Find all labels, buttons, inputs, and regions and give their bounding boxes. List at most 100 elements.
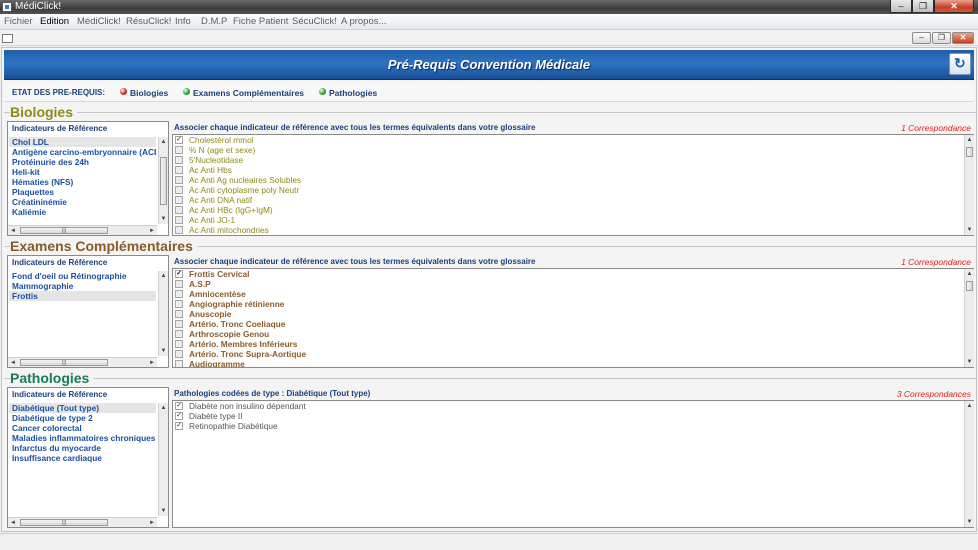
menu-resuclick[interactable]: RésuClick! — [126, 16, 171, 27]
hscroll-thumb[interactable]: ||| — [20, 359, 108, 366]
menu-dmp[interactable]: D.M.P — [201, 16, 227, 27]
checkbox[interactable] — [175, 320, 183, 328]
scroll-up-icon[interactable]: ▲ — [965, 135, 974, 145]
glossary-term[interactable]: Angiographie rétinienne — [173, 299, 973, 309]
menu-a-propos[interactable]: A propos... — [341, 16, 386, 27]
glossary-term[interactable]: Arthroscopie Genou — [173, 329, 973, 339]
glossary-term[interactable]: Ac Anti cytoplasme poly Neutr — [173, 185, 973, 195]
indicator-item[interactable]: Diabétique de type 2 — [9, 413, 156, 423]
scroll-down-icon[interactable]: ▼ — [965, 225, 974, 235]
indicators-vscroll[interactable]: ▲ ▼ — [158, 271, 168, 356]
scroll-down-icon[interactable]: ▼ — [159, 506, 168, 516]
minimize-button[interactable]: – — [890, 0, 912, 13]
checkbox[interactable] — [175, 156, 183, 164]
glossary-vscroll[interactable]: ▲ ▼ — [964, 401, 974, 527]
indicators-hscroll[interactable]: ◄ ||| ► — [8, 357, 157, 367]
indicators-vscroll[interactable]: ▲ ▼ — [158, 137, 168, 224]
menu-fichier[interactable]: Fichier — [4, 16, 33, 27]
checkbox[interactable] — [175, 290, 183, 298]
scroll-up-icon[interactable]: ▲ — [965, 269, 974, 279]
child-restore-button[interactable]: ❐ — [932, 32, 951, 44]
indicator-item[interactable]: Infarctus du myocarde — [9, 443, 156, 453]
glossary-term[interactable]: Ac Anti JO-1 — [173, 215, 973, 225]
scroll-down-icon[interactable]: ▼ — [159, 214, 168, 224]
checkbox[interactable] — [175, 226, 183, 234]
close-button[interactable]: ✕ — [934, 0, 974, 13]
checkbox[interactable] — [175, 196, 183, 204]
checked-checkbox[interactable]: ✓ — [175, 270, 183, 278]
checkbox[interactable] — [175, 166, 183, 174]
checkbox[interactable] — [175, 206, 183, 214]
glossary-term[interactable]: ✓ Frottis Cervical — [173, 269, 973, 279]
glossary-term[interactable]: Ac Anti Ag nucleaires Solubles — [173, 175, 973, 185]
indicator-item[interactable]: Cancer colorectal — [9, 423, 156, 433]
checked-checkbox[interactable]: ✓ — [175, 136, 183, 144]
scroll-right-icon[interactable]: ► — [147, 226, 157, 235]
indicators-vscroll[interactable]: ▲ ▼ — [158, 403, 168, 516]
glossary-term[interactable]: Audiogramme — [173, 359, 973, 367]
scroll-up-icon[interactable]: ▲ — [965, 401, 974, 411]
scroll-down-icon[interactable]: ▼ — [965, 357, 974, 367]
checkbox[interactable] — [175, 300, 183, 308]
glossary-term[interactable]: Anuscopie — [173, 309, 973, 319]
hscroll-thumb[interactable]: ||| — [20, 227, 108, 234]
indicator-item[interactable]: Antigène carcino-embryonnaire (ACE) — [9, 147, 156, 157]
indicators-hscroll[interactable]: ◄ ||| ► — [8, 225, 157, 235]
indicator-item[interactable]: Insuffisance cardiaque — [9, 453, 156, 463]
scroll-thumb[interactable] — [160, 157, 167, 205]
scroll-up-icon[interactable]: ▲ — [159, 403, 168, 413]
indicators-hscroll[interactable]: ◄ ||| ► — [8, 517, 157, 527]
glossary-vscroll[interactable]: ▲ ▼ — [964, 269, 974, 367]
glossary-term[interactable]: % N (age et sexe) — [173, 145, 973, 155]
glossary-term[interactable]: Ac Anti HBc (IgG+IgM) — [173, 205, 973, 215]
glossary-term[interactable]: ✓ Diabète type II — [173, 411, 973, 421]
glossary-term[interactable]: ✓ Cholestérol mmol — [173, 135, 973, 145]
checkbox[interactable] — [175, 280, 183, 288]
scroll-left-icon[interactable]: ◄ — [8, 358, 18, 367]
checked-checkbox[interactable]: ✓ — [175, 412, 183, 420]
checkbox[interactable] — [175, 340, 183, 348]
checkbox[interactable] — [175, 360, 183, 367]
menu-secuclick[interactable]: SécuClick! — [292, 16, 337, 27]
indicator-item[interactable]: Fond d'oeil ou Rétinographie — [9, 271, 156, 281]
checkbox[interactable] — [175, 330, 183, 338]
menu-edition[interactable]: Edition — [40, 16, 69, 27]
glossary-term[interactable]: Amniocentèse — [173, 289, 973, 299]
menu-mediclick[interactable]: MédiClick! — [77, 16, 121, 27]
indicator-item[interactable]: Chol LDL — [9, 137, 156, 147]
checked-checkbox[interactable]: ✓ — [175, 402, 183, 410]
restore-button[interactable]: ❐ — [912, 0, 934, 13]
scroll-left-icon[interactable]: ◄ — [8, 226, 18, 235]
indicator-item[interactable]: Kaliémie — [9, 207, 156, 217]
glossary-term[interactable]: Artério. Membres Inférieurs — [173, 339, 973, 349]
child-minimize-button[interactable]: – — [912, 32, 931, 44]
glossary-term[interactable]: A.S.P — [173, 279, 973, 289]
checkbox[interactable] — [175, 350, 183, 358]
indicator-item[interactable]: Heli-kit — [9, 167, 156, 177]
scroll-right-icon[interactable]: ► — [147, 358, 157, 367]
checkbox[interactable] — [175, 146, 183, 154]
indicator-item[interactable]: Protéinurie des 24h — [9, 157, 156, 167]
glossary-term[interactable]: 5'Nucleotidase — [173, 155, 973, 165]
checked-checkbox[interactable]: ✓ — [175, 422, 183, 430]
checkbox[interactable] — [175, 176, 183, 184]
menu-info[interactable]: Info — [175, 16, 191, 27]
menu-fiche-patient[interactable]: Fiche Patient — [233, 16, 288, 27]
child-close-button[interactable]: ✕ — [952, 32, 974, 44]
indicator-item[interactable]: Plaquettes — [9, 187, 156, 197]
indicator-item[interactable]: Créatininémie — [9, 197, 156, 207]
indicator-item[interactable]: Frottis — [9, 291, 156, 301]
exit-icon[interactable] — [949, 53, 971, 75]
scroll-up-icon[interactable]: ▲ — [159, 137, 168, 147]
glossary-term[interactable]: Artério. Tronc Coeliaque — [173, 319, 973, 329]
scroll-up-icon[interactable]: ▲ — [159, 271, 168, 281]
scroll-left-icon[interactable]: ◄ — [8, 518, 18, 527]
glossary-vscroll[interactable]: ▲ ▼ — [964, 135, 974, 235]
checkbox[interactable] — [175, 216, 183, 224]
glossary-term[interactable]: Artério. Tronc Supra-Aortique — [173, 349, 973, 359]
indicator-item[interactable]: Hématies (NFS) — [9, 177, 156, 187]
glossary-term[interactable]: ✓ Diabète non insulino dépendant — [173, 401, 973, 411]
scroll-down-icon[interactable]: ▼ — [965, 517, 974, 527]
glossary-term[interactable]: ✓ Retinopathie Diabétique — [173, 421, 973, 431]
indicator-item[interactable]: Maladies inflammatoires chroniques — [9, 433, 156, 443]
